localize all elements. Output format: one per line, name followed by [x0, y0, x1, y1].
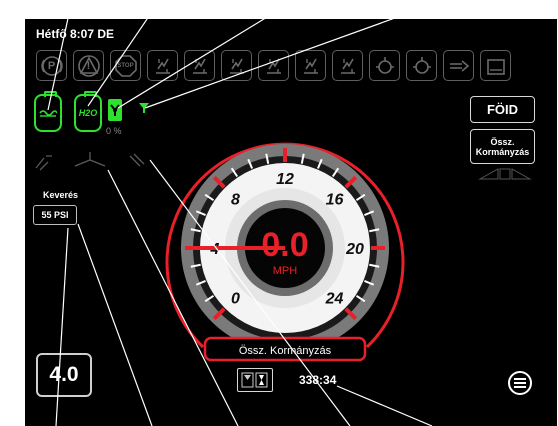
hitch-indicator [443, 50, 474, 81]
water-tank-button[interactable]: H2O [74, 91, 102, 132]
fan-icon [110, 104, 120, 116]
hitch-icon [449, 59, 469, 72]
section-valve-icon [229, 58, 244, 74]
water-tank-label: H2O [78, 108, 98, 118]
agitation-pressure-button[interactable]: 55 PSI [33, 205, 77, 225]
filter-icon [139, 103, 149, 113]
gauge-tick-label: 24 [325, 290, 344, 307]
spray-flow-indicator [258, 50, 289, 81]
gauge-tick-label: 16 [326, 192, 344, 209]
stop-indicator: STOP [110, 50, 141, 81]
agitation-label: Keverés [43, 190, 79, 200]
spray-flow-icon [266, 58, 281, 74]
agitation-gauge-icon[interactable] [108, 99, 122, 121]
water-level-icon [192, 58, 207, 74]
stop-icon-text: STOP [117, 62, 134, 69]
parking-brake-icon-text: P [47, 59, 56, 72]
speedometer: 04812162024 0.0 MPH Össz. Kormányzás [165, 142, 405, 362]
boom-fold-indicator [147, 50, 178, 81]
hour-meter-button[interactable] [237, 368, 273, 392]
water-level-indicator [184, 50, 215, 81]
parking-brake-indicator: P [36, 50, 67, 81]
ground-mode-button[interactable]: FÖID [470, 96, 535, 123]
boom-fold-icon [155, 58, 170, 74]
steering-mode-button[interactable]: Össz. Kormányzás [470, 129, 535, 164]
boom-height-indicator [332, 50, 363, 81]
menu-button[interactable] [508, 371, 532, 395]
pump-indicator [369, 50, 400, 81]
tank-empty-indicator [480, 50, 511, 81]
menu-icon [514, 378, 526, 388]
speed-value: 0.0 [261, 226, 308, 264]
nozzle-blocked-icon [303, 58, 318, 74]
oil-pressure-indicator [406, 50, 437, 81]
date-time-display: Hétfő 8:07 DE [36, 27, 115, 41]
boom-section-icons [35, 152, 145, 171]
section-valve-indicator [221, 50, 252, 81]
hour-meter-icon [241, 372, 268, 388]
agitation-percent: 0 % [106, 126, 122, 136]
ground-mode-label: FÖID [486, 102, 519, 117]
oil-pressure-icon [412, 56, 431, 74]
pump-icon [375, 56, 394, 74]
nozzle-blocked-indicator [295, 50, 326, 81]
gauge-tick-label: 0 [231, 290, 240, 307]
main-tank-icon [39, 110, 57, 117]
steering-mode-label: Össz. Kormányzás [475, 136, 530, 157]
gauge-tick-label: 12 [276, 171, 294, 188]
speed-unit: MPH [273, 265, 298, 277]
gauge-bottom-label: Össz. Kormányzás [239, 345, 332, 357]
warning-triangle-icon-text: ! [86, 59, 91, 72]
field-value-display[interactable]: 4.0 [36, 353, 92, 397]
boom-height-icon [340, 58, 355, 74]
display-screen: Hétfő 8:07 DE P! STOP H2O 0 % FÖID Össz. … [0, 0, 558, 426]
gauge-tick-label: 8 [231, 192, 240, 209]
steering-direction-icon [478, 168, 532, 180]
tank-empty-icon [486, 58, 505, 75]
field-value: 4.0 [49, 363, 79, 386]
hour-meter-value: 338:34 [299, 373, 337, 387]
agitation-pressure-value: 55 PSI [41, 210, 69, 220]
main-tank-button[interactable] [34, 91, 62, 132]
gauge-tick-label: 20 [345, 241, 364, 258]
warning-triangle-indicator: ! [73, 50, 104, 81]
